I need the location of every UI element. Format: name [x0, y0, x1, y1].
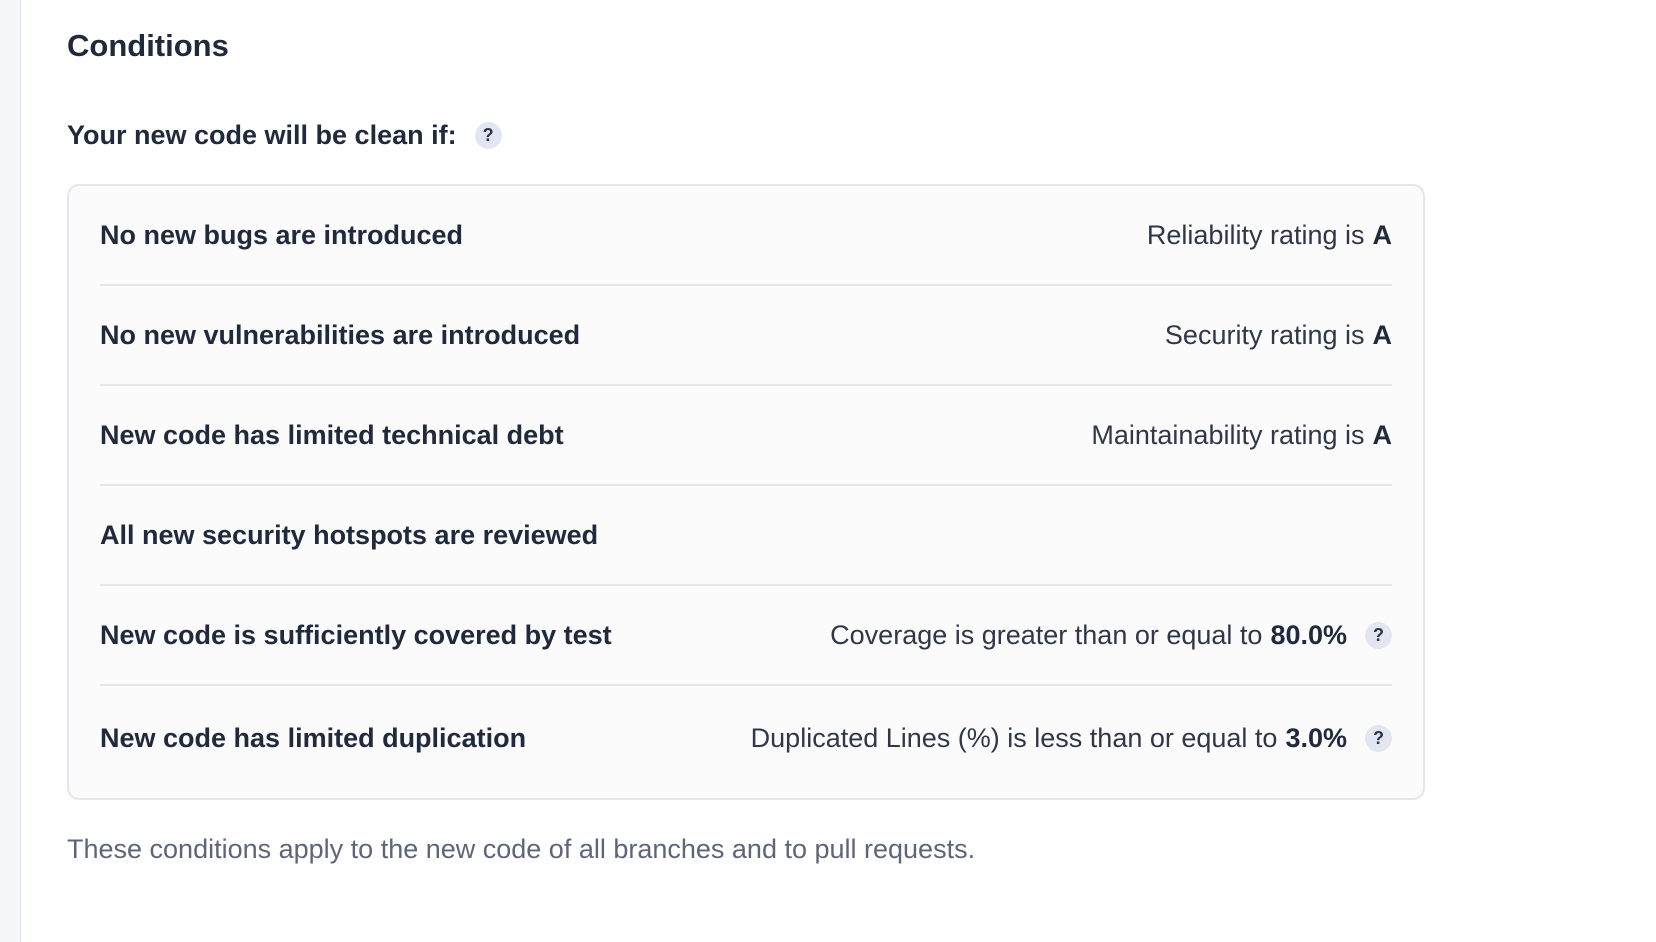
condition-metric: Security rating is A [1165, 320, 1392, 351]
conditions-footnote: These conditions apply to the new code o… [67, 834, 976, 864]
left-rail [0, 0, 21, 942]
metric-text: Security rating is [1164, 319, 1365, 350]
help-icon[interactable]: ? [474, 122, 502, 149]
condition-row-duplication: New code has limited duplication Duplica… [100, 686, 1392, 790]
condition-metric: Duplicated Lines (%) is less than or equ… [751, 723, 1392, 754]
metric-value: 3.0% [1285, 722, 1347, 753]
metric-value: A [1372, 319, 1393, 350]
condition-metric: Coverage is greater than or equal to 80.… [830, 620, 1392, 651]
subtitle: Your new code will be clean if: [67, 120, 457, 150]
metric-text: Maintainability rating is [1091, 419, 1365, 450]
condition-row-technical-debt: New code has limited technical debt Main… [100, 386, 1392, 486]
help-icon[interactable]: ? [1365, 621, 1392, 649]
metric-text: Reliability rating is [1146, 219, 1365, 250]
condition-row-hotspots: All new security hotspots are reviewed [100, 486, 1392, 586]
condition-metric: Reliability rating is A [1147, 220, 1392, 251]
condition-label: New code is sufficiently covered by test [100, 619, 612, 650]
condition-label: No new bugs are introduced [100, 219, 464, 250]
condition-row-vulnerabilities: No new vulnerabilities are introduced Se… [100, 286, 1392, 386]
section-title: Conditions [67, 28, 229, 63]
metric-value: A [1372, 419, 1393, 450]
condition-row-coverage: New code is sufficiently covered by test… [100, 586, 1392, 686]
condition-label: No new vulnerabilities are introduced [100, 319, 581, 350]
help-icon[interactable]: ? [1365, 724, 1392, 752]
condition-row-bugs: No new bugs are introduced Reliability r… [100, 186, 1392, 286]
metric-text: Coverage is greater than or equal to [830, 619, 1263, 650]
metric-value: A [1372, 219, 1393, 250]
subtitle-row: Your new code will be clean if: ? [67, 120, 502, 151]
condition-label: All new security hotspots are reviewed [100, 519, 599, 550]
condition-label: New code has limited duplication [100, 722, 527, 753]
metric-text: Duplicated Lines (%) is less than or equ… [750, 722, 1278, 753]
metric-value: 80.0% [1270, 619, 1347, 650]
condition-label: New code has limited technical debt [100, 419, 564, 450]
conditions-card: No new bugs are introduced Reliability r… [67, 184, 1425, 800]
condition-metric: Maintainability rating is A [1091, 420, 1392, 451]
